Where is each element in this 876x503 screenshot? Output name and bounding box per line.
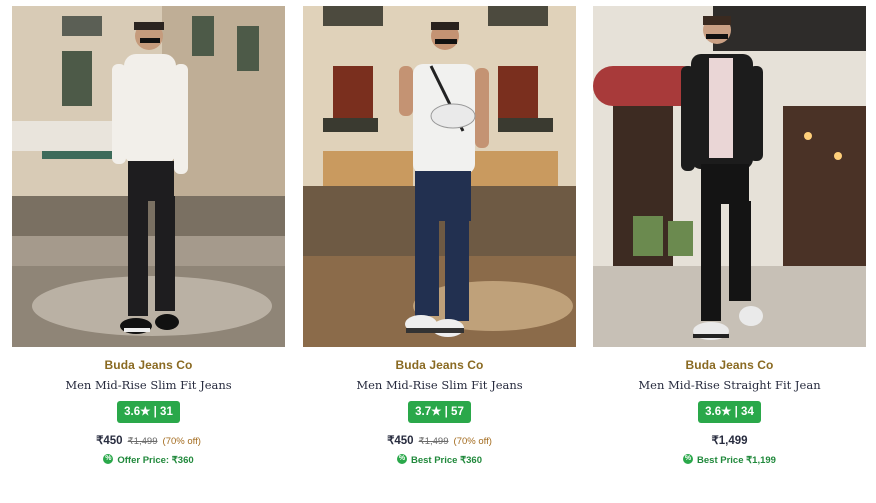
product-card[interactable]: Buda Jeans Co Men Mid-Rise Slim Fit Jean… (12, 6, 285, 467)
percent-badge-icon: % (396, 454, 407, 465)
offer-price: Best Price ₹360 (410, 455, 482, 466)
percent-badge-icon: % (683, 454, 694, 465)
offer-price: Best Price ₹1,199 (697, 455, 776, 466)
offer-price-row: % Offer Price: ₹360 (12, 454, 285, 467)
percent-badge-icon: % (103, 454, 114, 465)
product-brand: Buda Jeans Co (104, 358, 193, 372)
price-row: ₹1,499 (593, 433, 866, 447)
product-image[interactable] (12, 6, 285, 347)
rating-badge: 3.7★ | 57 (408, 401, 471, 423)
product-brand: Buda Jeans Co (685, 358, 774, 372)
discount-percent: (70% off) (453, 436, 492, 447)
product-title[interactable]: Men Mid-Rise Slim Fit Jeans (303, 378, 576, 392)
price-row: ₹450 ₹1,499 (70% off) (303, 433, 576, 447)
mrp-price: ₹1,499 (418, 436, 449, 447)
product-card[interactable]: Buda Jeans Co Men Mid-Rise Slim Fit Jean… (303, 6, 576, 467)
product-brand: Buda Jeans Co (395, 358, 484, 372)
price-row: ₹450 ₹1,499 (70% off) (12, 433, 285, 447)
product-title[interactable]: Men Mid-Rise Slim Fit Jeans (12, 378, 285, 392)
offer-price: Offer Price: ₹360 (117, 455, 194, 466)
offer-price-row: % Best Price ₹360 (303, 454, 576, 467)
discount-percent: (70% off) (162, 436, 201, 447)
sale-price: ₹450 (96, 435, 123, 447)
sale-price: ₹450 (387, 435, 414, 447)
sale-price: ₹1,499 (711, 435, 748, 447)
product-image[interactable] (593, 6, 866, 347)
rating-badge: 3.6★ | 31 (117, 401, 180, 423)
product-grid: Buda Jeans Co Men Mid-Rise Slim Fit Jean… (0, 0, 876, 503)
rating-badge: 3.6★ | 34 (698, 401, 761, 423)
product-card[interactable]: Buda Jeans Co Men Mid-Rise Straight Fit … (593, 6, 866, 467)
offer-price-row: % Best Price ₹1,199 (593, 454, 866, 467)
mrp-price: ₹1,499 (127, 436, 158, 447)
product-title[interactable]: Men Mid-Rise Straight Fit Jean (593, 378, 866, 392)
product-image[interactable] (303, 6, 576, 347)
